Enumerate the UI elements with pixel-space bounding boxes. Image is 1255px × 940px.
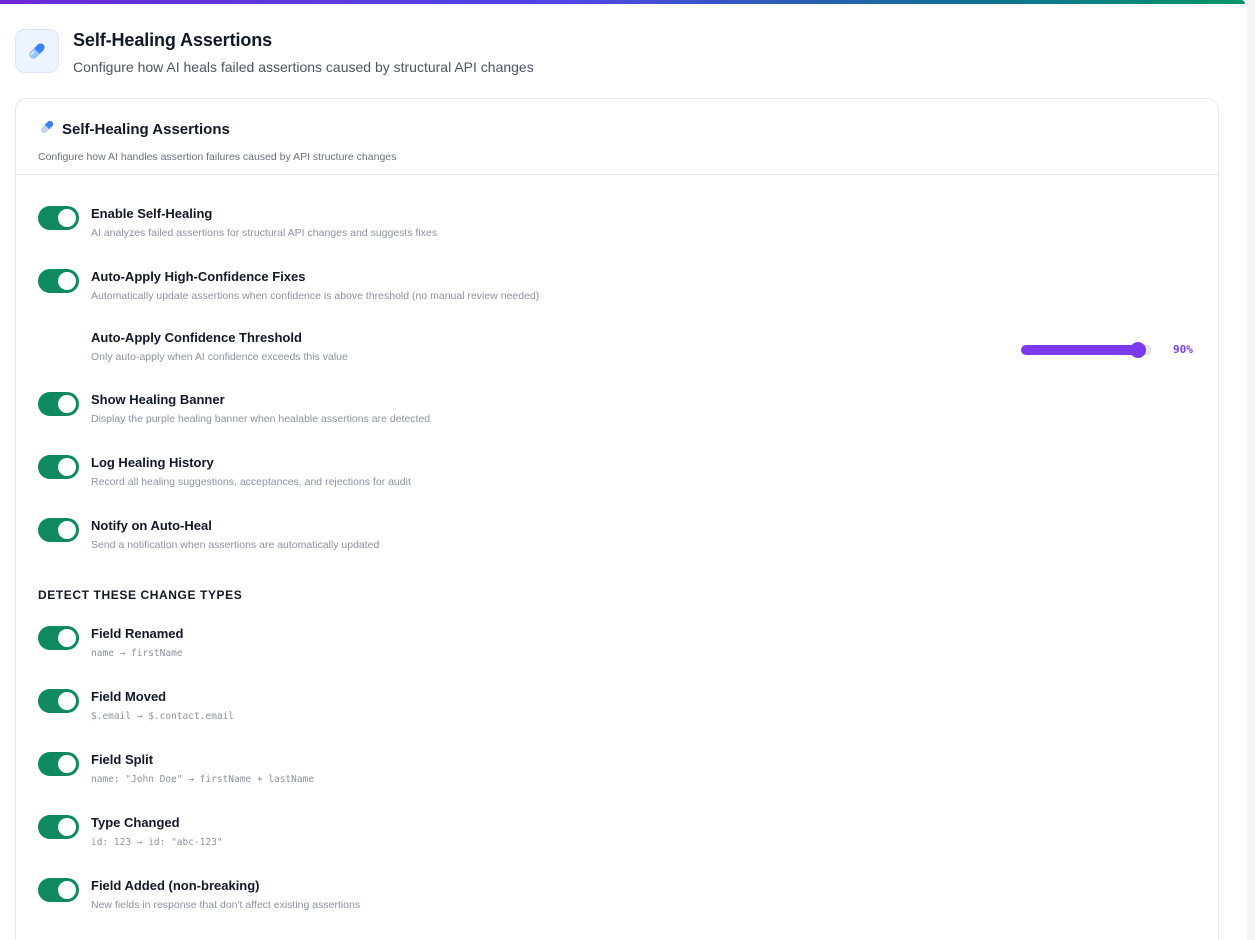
- setting-row-show-banner: Show Healing Banner Display the purple h…: [38, 392, 1198, 432]
- setting-label: Log Healing History: [91, 455, 214, 470]
- threshold-label: Auto-Apply Confidence Threshold: [91, 330, 302, 345]
- toggle-knob: [58, 395, 76, 413]
- slider-thumb[interactable]: [1130, 342, 1146, 358]
- change-type-row-field-moved: Field Moved $.email → $.contact.email: [38, 689, 1198, 729]
- toggle-knob: [58, 881, 76, 899]
- setting-label: Auto-Apply High-Confidence Fixes: [91, 269, 306, 284]
- enable-self-healing-toggle[interactable]: [38, 206, 79, 230]
- change-type-label: Field Split: [91, 752, 154, 767]
- change-type-label: Type Changed: [91, 815, 180, 830]
- change-type-example: name → firstName: [91, 648, 183, 659]
- change-type-example: $.email → $.contact.email: [91, 711, 234, 722]
- setting-description: Record all healing suggestions, acceptan…: [91, 476, 411, 488]
- setting-row-notify: Notify on Auto-Heal Send a notification …: [38, 518, 1198, 558]
- setting-label: Show Healing Banner: [91, 392, 225, 407]
- top-accent-bar: [0, 0, 1245, 4]
- pill-icon: [15, 29, 59, 73]
- pill-icon: [38, 118, 56, 141]
- setting-row-auto-apply: Auto-Apply High-Confidence Fixes Automat…: [38, 269, 1198, 309]
- change-type-example: name: "John Doe" → firstName + lastName: [91, 774, 315, 785]
- threshold-value: 90%: [1173, 343, 1193, 356]
- change-type-row-field-split: Field Split name: "John Doe" → firstName…: [38, 752, 1198, 792]
- auto-apply-toggle[interactable]: [38, 269, 79, 293]
- settings-card: Self-Healing Assertions Configure how AI…: [15, 98, 1219, 940]
- confidence-threshold-slider[interactable]: [1021, 339, 1151, 361]
- toggle-knob: [58, 629, 76, 647]
- setting-row-log-history: Log Healing History Record all healing s…: [38, 455, 1198, 495]
- scrollbar-track[interactable]: [1247, 0, 1255, 940]
- card-title: Self-Healing Assertions: [62, 121, 230, 138]
- setting-label: Notify on Auto-Heal: [91, 518, 212, 533]
- card-header: Self-Healing Assertions Configure how AI…: [16, 99, 1218, 175]
- toggle-knob: [58, 692, 76, 710]
- setting-description: Display the purple healing banner when h…: [91, 413, 431, 425]
- toggle-knob: [58, 458, 76, 476]
- slider-fill: [1021, 345, 1138, 355]
- setting-description: Send a notification when assertions are …: [91, 539, 380, 551]
- change-type-row-type-changed: Type Changed id: 123 → id: "abc-123": [38, 815, 1198, 855]
- field-split-toggle[interactable]: [38, 752, 79, 776]
- change-type-row-field-added: Field Added (non-breaking) New fields in…: [38, 878, 1198, 918]
- field-renamed-toggle[interactable]: [38, 626, 79, 650]
- field-added-toggle[interactable]: [38, 878, 79, 902]
- change-type-example: id: 123 → id: "abc-123": [91, 837, 223, 848]
- type-changed-toggle[interactable]: [38, 815, 79, 839]
- log-healing-history-toggle[interactable]: [38, 455, 79, 479]
- toggle-knob: [58, 521, 76, 539]
- toggle-knob: [58, 755, 76, 773]
- toggle-knob: [58, 818, 76, 836]
- threshold-description: Only auto-apply when AI confidence excee…: [91, 351, 348, 363]
- change-type-label: Field Moved: [91, 689, 167, 704]
- show-healing-banner-toggle[interactable]: [38, 392, 79, 416]
- change-types-heading: DETECT THESE CHANGE TYPES: [38, 588, 243, 602]
- card-description: Configure how AI handles assertion failu…: [38, 151, 397, 163]
- setting-label: Enable Self-Healing: [91, 206, 213, 221]
- notify-auto-heal-toggle[interactable]: [38, 518, 79, 542]
- setting-row-enable-self-healing: Enable Self-Healing AI analyzes failed a…: [38, 206, 1198, 246]
- change-type-label: Field Renamed: [91, 626, 184, 641]
- page-header: Self-Healing Assertions Configure how AI…: [15, 29, 534, 75]
- setting-description: Automatically update assertions when con…: [91, 290, 540, 302]
- toggle-knob: [58, 209, 76, 227]
- change-type-row-field-renamed: Field Renamed name → firstName: [38, 626, 1198, 666]
- change-type-description: New fields in response that don't affect…: [91, 899, 361, 911]
- page-subtitle: Configure how AI heals failed assertions…: [73, 59, 534, 75]
- field-moved-toggle[interactable]: [38, 689, 79, 713]
- change-type-label: Field Added (non-breaking): [91, 878, 260, 893]
- page-title: Self-Healing Assertions: [73, 30, 273, 50]
- toggle-knob: [58, 272, 76, 290]
- setting-description: AI analyzes failed assertions for struct…: [91, 227, 438, 239]
